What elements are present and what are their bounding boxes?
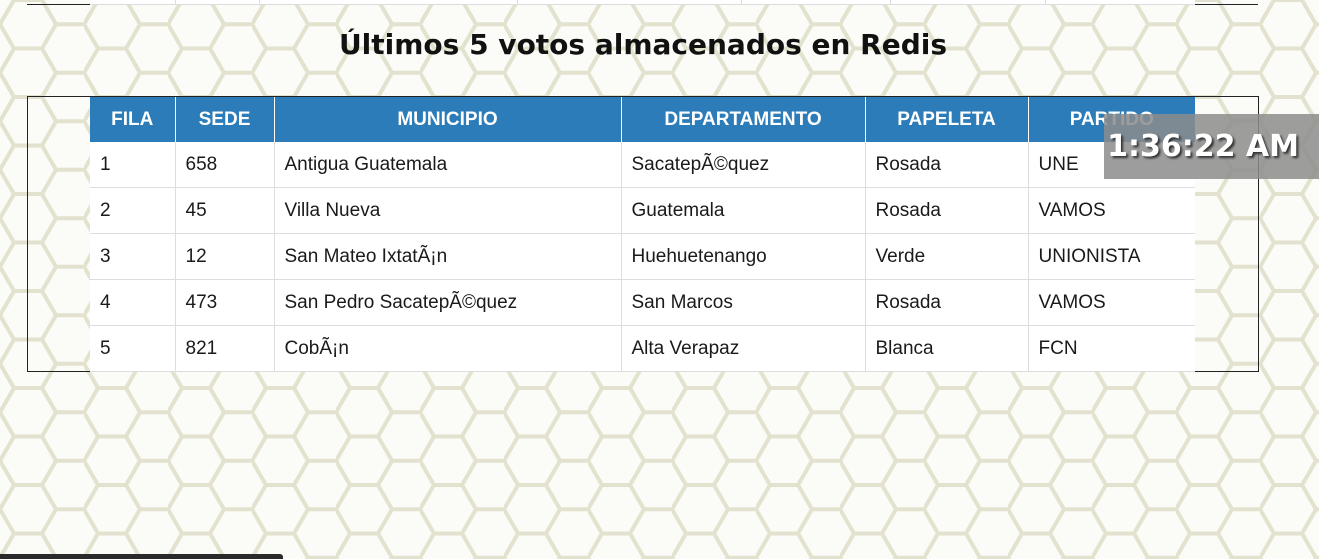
cell-departamento: Alta Verapaz [621, 325, 866, 372]
table-header-row: FILA SEDE MUNICIPIO DEPARTAMENTO PAPELET… [90, 97, 1195, 142]
cell-papeleta: Rosada [865, 279, 1029, 326]
cell-sede: 12 [175, 233, 275, 280]
cell-sede: 821 [175, 325, 275, 372]
column-header-fila[interactable]: FILA [90, 97, 176, 142]
cell-fila: 5 [90, 325, 176, 372]
column-header-sede[interactable]: SEDE [175, 97, 275, 142]
cell-papeleta: Verde [865, 233, 1029, 280]
column-header-papeleta[interactable]: PAPELETA [865, 97, 1029, 142]
cell-municipio: Antigua Guatemala [274, 142, 622, 188]
cell-papeleta: Rosada [865, 187, 1029, 234]
bottom-scrollbar[interactable] [0, 554, 283, 559]
table-row: 2 45 Villa Nueva Guatemala Rosada VAMOS [90, 187, 1195, 234]
table-row: 3 12 San Mateo IxtatÃ¡n Huehuetenango Ve… [90, 233, 1195, 280]
cell-departamento: Huehuetenango [621, 233, 866, 280]
cell-sede: 473 [175, 279, 275, 326]
clock-overlay: 1:36:22 AM [1104, 114, 1319, 179]
cell-fila: 3 [90, 233, 176, 280]
cell-sede: 45 [175, 187, 275, 234]
cell-partido: FCN [1028, 325, 1195, 372]
cell-fila: 2 [90, 187, 176, 234]
cell-partido: VAMOS [1028, 279, 1195, 326]
cell-departamento: San Marcos [621, 279, 866, 326]
cell-fila: 4 [90, 279, 176, 326]
cell-fila: 1 [90, 142, 176, 188]
cell-municipio: San Mateo IxtatÃ¡n [274, 233, 622, 280]
cell-departamento: SacatepÃ©quez [621, 142, 866, 188]
cell-municipio: Villa Nueva [274, 187, 622, 234]
cell-partido: UNIONISTA [1028, 233, 1195, 280]
cell-partido: VAMOS [1028, 187, 1195, 234]
column-header-departamento[interactable]: DEPARTAMENTO [621, 97, 866, 142]
votes-table: FILA SEDE MUNICIPIO DEPARTAMENTO PAPELET… [90, 97, 1195, 372]
column-header-municipio[interactable]: MUNICIPIO [274, 97, 622, 142]
cell-sede: 658 [175, 142, 275, 188]
cell-papeleta: Blanca [865, 325, 1029, 372]
table-row: 4 473 San Pedro SacatepÃ©quez San Marcos… [90, 279, 1195, 326]
page-title: Últimos 5 votos almacenados en Redis [338, 28, 948, 61]
previous-table-edge [90, 0, 1195, 5]
cell-departamento: Guatemala [621, 187, 866, 234]
cell-papeleta: Rosada [865, 142, 1029, 188]
cell-municipio: San Pedro SacatepÃ©quez [274, 279, 622, 326]
table-row: 5 821 CobÃ¡n Alta Verapaz Blanca FCN [90, 325, 1195, 372]
table-row: 1 658 Antigua Guatemala SacatepÃ©quez Ro… [90, 142, 1195, 188]
cell-municipio: CobÃ¡n [274, 325, 622, 372]
